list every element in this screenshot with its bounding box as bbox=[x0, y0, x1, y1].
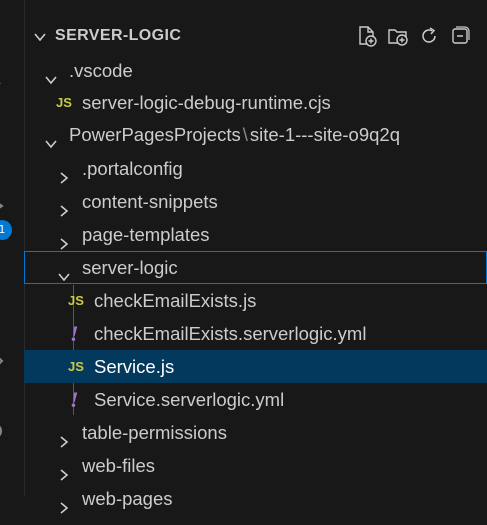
tree-item-label: server-logic-debug-runtime.cjs bbox=[82, 92, 331, 113]
tree-folder-server-logic[interactable]: server-logic bbox=[24, 251, 487, 284]
chevron-right-icon bbox=[57, 459, 71, 481]
tree-item-label: page-templates bbox=[82, 224, 210, 245]
tree-folder-portalconfig[interactable]: .portalconfig bbox=[24, 152, 487, 185]
chevron-right-icon bbox=[57, 195, 71, 217]
compact-folder-segment-1[interactable]: PowerPagesProjects bbox=[69, 124, 241, 145]
tree-item-label: Service.serverlogic.yml bbox=[94, 389, 285, 410]
path-separator: \ bbox=[242, 124, 248, 145]
tree-item-label: content-snippets bbox=[82, 191, 218, 212]
explorer-section-header[interactable]: SERVER-LOGIC bbox=[24, 19, 487, 53]
tree-item-label: web-pages bbox=[82, 488, 173, 509]
chevron-down-icon bbox=[57, 261, 71, 282]
javascript-file-icon: JS bbox=[56, 95, 72, 110]
chevron-down-icon bbox=[44, 128, 58, 149]
tree-item-label: .portalconfig bbox=[82, 158, 183, 179]
chevron-right-icon bbox=[57, 426, 71, 448]
tree-item-label: PowerPagesProjects \ site-1---site-o9q2q bbox=[69, 118, 400, 151]
yaml-file-icon: ! bbox=[70, 321, 79, 346]
activity-bar: 1 bbox=[0, 0, 25, 496]
tree-item-label: Service.js bbox=[94, 356, 175, 377]
new-file-icon[interactable] bbox=[356, 25, 378, 47]
tree-item-label: checkEmailExists.js bbox=[94, 290, 257, 311]
refresh-icon[interactable] bbox=[418, 25, 440, 47]
tree-file-checkemailexists-js[interactable]: JS checkEmailExists.js bbox=[24, 284, 487, 317]
tree-folder-content-snippets[interactable]: content-snippets bbox=[24, 185, 487, 218]
javascript-file-icon: JS bbox=[68, 293, 84, 308]
notification-badge: 1 bbox=[0, 220, 12, 240]
tree-file-checkemailexists-yml[interactable]: ! checkEmailExists.serverlogic.yml bbox=[24, 317, 487, 350]
tree-folder-table-permissions[interactable]: table-permissions bbox=[24, 416, 487, 449]
compact-folder-segment-2[interactable]: site-1---site-o9q2q bbox=[250, 124, 400, 145]
chevron-right-icon bbox=[57, 492, 71, 514]
tree-folder-powerpagesprojects[interactable]: PowerPagesProjects \ site-1---site-o9q2q bbox=[24, 118, 487, 151]
tree-item-label: server-logic bbox=[82, 257, 178, 278]
explorer-panel: SERVER-LOGIC .vscode JS server-logic-deb… bbox=[24, 0, 487, 514]
tree-file-service-js[interactable]: JS Service.js bbox=[24, 350, 487, 383]
remote-explorer-icon[interactable] bbox=[0, 350, 8, 372]
tree-item-label: checkEmailExists.serverlogic.yml bbox=[94, 323, 367, 344]
chevron-down-icon bbox=[33, 29, 47, 43]
chevron-right-icon bbox=[57, 162, 71, 184]
tree-folder-vscode[interactable]: .vscode bbox=[24, 54, 487, 87]
yaml-file-icon: ! bbox=[70, 387, 79, 412]
tree-folder-page-templates[interactable]: page-templates bbox=[24, 218, 487, 251]
accounts-icon[interactable] bbox=[0, 420, 8, 442]
collapse-all-icon[interactable] bbox=[449, 25, 471, 47]
run-debug-icon[interactable] bbox=[0, 195, 8, 217]
source-control-icon[interactable] bbox=[0, 130, 8, 152]
explorer-actions bbox=[356, 25, 471, 47]
tree-item-label: .vscode bbox=[69, 60, 133, 81]
chevron-right-icon bbox=[57, 228, 71, 250]
chevron-down-icon bbox=[44, 64, 58, 85]
tree-folder-web-files[interactable]: web-files bbox=[24, 449, 487, 482]
section-title: SERVER-LOGIC bbox=[55, 27, 182, 44]
tree-folder-web-pages[interactable]: web-pages bbox=[24, 482, 487, 515]
javascript-file-icon: JS bbox=[68, 359, 84, 374]
tree-file-service-yml[interactable]: ! Service.serverlogic.yml bbox=[24, 383, 487, 416]
tree-item-label: table-permissions bbox=[82, 422, 227, 443]
extensions-icon[interactable] bbox=[0, 275, 8, 297]
tree-item-label: web-files bbox=[82, 455, 155, 476]
search-icon[interactable] bbox=[0, 70, 8, 92]
tree-file-debug-runtime[interactable]: JS server-logic-debug-runtime.cjs bbox=[24, 86, 487, 119]
new-folder-icon[interactable] bbox=[387, 25, 409, 47]
